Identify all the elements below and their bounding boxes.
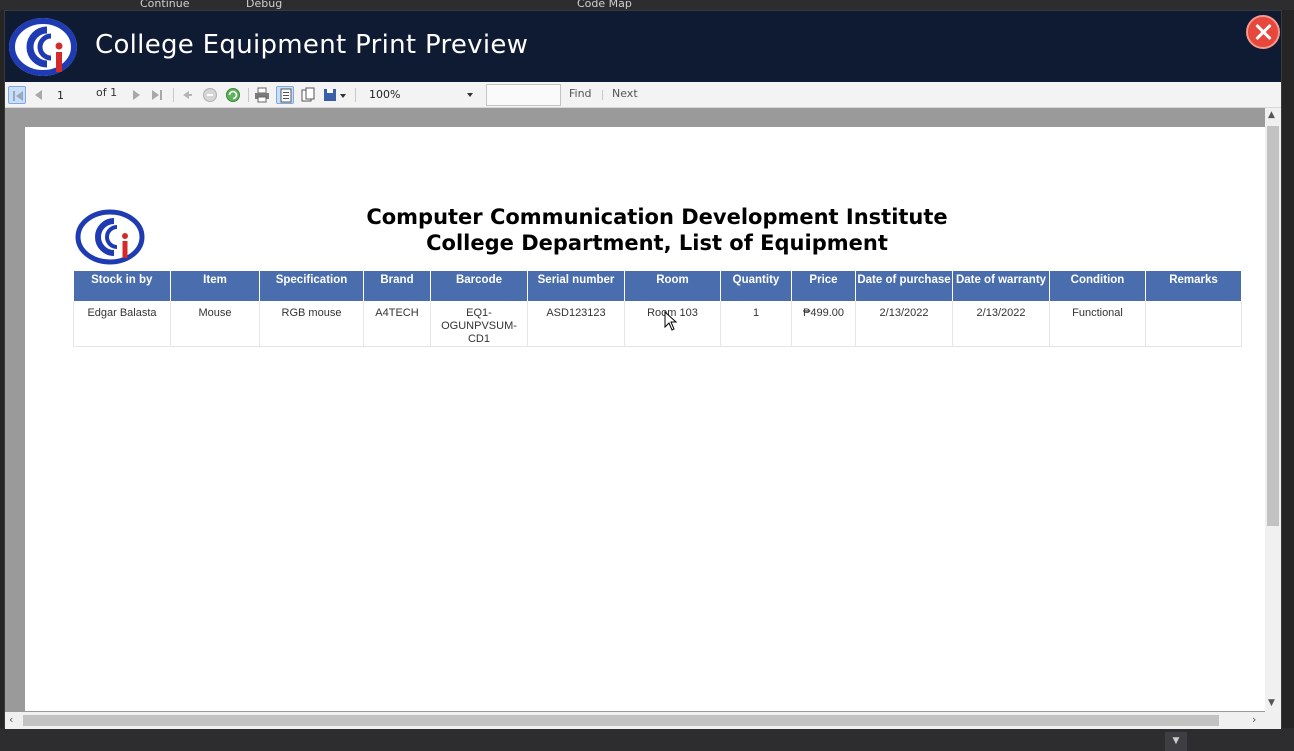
ide-codemap-label: Code Map	[577, 0, 632, 10]
chevron-down-icon	[467, 93, 473, 97]
print-preview-window: College Equipment Print Preview of 1	[4, 10, 1282, 729]
scroll-up-icon[interactable]: ▲	[1268, 110, 1275, 120]
window-title: College Equipment Print Preview	[95, 30, 529, 60]
column-header: Room	[624, 271, 721, 301]
vertical-scrollbar[interactable]: ▲ ▼	[1265, 108, 1281, 712]
toolbar-separator	[355, 88, 356, 102]
next-page-icon[interactable]	[127, 86, 145, 104]
column-header: Condition	[1049, 271, 1146, 301]
cell-stock-in-by: Edgar Balasta	[73, 301, 171, 347]
cell-date-of-warranty: 2/13/2022	[952, 301, 1050, 347]
column-header: Stock in by	[73, 271, 171, 301]
page-count-label: of 1	[96, 86, 118, 99]
report-title: Computer Communication Development Insti…	[366, 205, 948, 229]
current-page-input[interactable]	[53, 86, 93, 104]
column-header: Quantity	[720, 271, 792, 301]
zoom-value: 100%	[369, 88, 401, 101]
column-header: Date of warranty	[952, 271, 1050, 301]
ccdi-logo-icon	[9, 18, 77, 76]
scroll-right-icon[interactable]: ›	[1252, 713, 1256, 726]
stop-icon[interactable]	[201, 86, 219, 104]
equipment-table: Stock in by Item Specification Brand Bar…	[73, 271, 1242, 347]
cell-date-of-purchase: 2/13/2022	[855, 301, 953, 347]
scrollbar-corner	[1265, 712, 1281, 729]
cell-serial-number: ASD123123	[527, 301, 625, 347]
back-icon[interactable]	[178, 86, 196, 104]
cell-price: ₱499.00	[791, 301, 856, 347]
find-link[interactable]: Find	[569, 87, 592, 100]
zoom-dropdown[interactable]: 100%	[364, 86, 477, 104]
report-subtitle: College Department, List of Equipment	[426, 231, 888, 255]
ide-debug-label: Debug	[246, 0, 283, 10]
cell-quantity: 1	[720, 301, 792, 347]
toolbar-separator	[602, 90, 603, 100]
column-header: Serial number	[527, 271, 625, 301]
toolbar-separator	[173, 88, 174, 102]
ide-dropdown-icon[interactable]: ▼	[1165, 732, 1187, 751]
ide-toolbar-background: Continue Debug Code Map	[0, 0, 1294, 10]
previous-page-icon[interactable]	[30, 86, 48, 104]
report-page: Computer Communication Development Insti…	[25, 127, 1265, 711]
find-input[interactable]	[486, 84, 561, 106]
column-header: Price	[791, 271, 856, 301]
report-toolbar: of 1 100%	[5, 82, 1281, 108]
column-header: Date of purchase	[855, 271, 953, 301]
cell-item: Mouse	[170, 301, 260, 347]
table-header-row: Stock in by Item Specification Brand Bar…	[73, 271, 1242, 301]
column-header: Barcode	[430, 271, 528, 301]
page-setup-icon[interactable]	[299, 86, 317, 104]
title-bar: College Equipment Print Preview	[5, 11, 1281, 82]
column-header: Brand	[363, 271, 431, 301]
column-header: Specification	[259, 271, 364, 301]
close-button[interactable]	[1246, 15, 1280, 49]
refresh-icon[interactable]	[224, 86, 242, 104]
scroll-left-icon[interactable]: ‹	[9, 713, 13, 726]
toolbar-separator	[248, 88, 249, 102]
last-page-icon[interactable]	[148, 86, 166, 104]
mouse-cursor-icon	[664, 311, 678, 331]
report-viewer: Computer Communication Development Insti…	[5, 108, 1281, 729]
cell-brand: A4TECH	[363, 301, 431, 347]
column-header: Item	[170, 271, 260, 301]
cell-specification: RGB mouse	[259, 301, 364, 347]
cell-remarks	[1145, 301, 1242, 347]
cell-barcode: EQ1-OGUNPVSUM-CD1	[430, 301, 528, 347]
column-header: Remarks	[1145, 271, 1242, 301]
export-icon[interactable]	[322, 86, 348, 104]
print-icon[interactable]	[253, 86, 271, 104]
scroll-down-icon[interactable]: ▼	[1268, 698, 1275, 708]
horizontal-scrollbar[interactable]: ‹ ›	[5, 712, 1265, 729]
cell-condition: Functional	[1049, 301, 1146, 347]
ide-continue-label: Continue	[140, 0, 190, 10]
first-page-icon[interactable]	[8, 86, 26, 104]
print-layout-icon[interactable]	[276, 86, 294, 104]
ide-bottom-bar: ▼	[0, 728, 1294, 751]
vertical-scroll-thumb[interactable]	[1267, 126, 1279, 526]
ide-right-panel	[1282, 10, 1294, 751]
next-link[interactable]: Next	[612, 87, 638, 100]
table-row: Edgar Balasta Mouse RGB mouse A4TECH EQ1…	[73, 301, 1242, 347]
horizontal-scroll-thumb[interactable]	[23, 715, 1219, 726]
